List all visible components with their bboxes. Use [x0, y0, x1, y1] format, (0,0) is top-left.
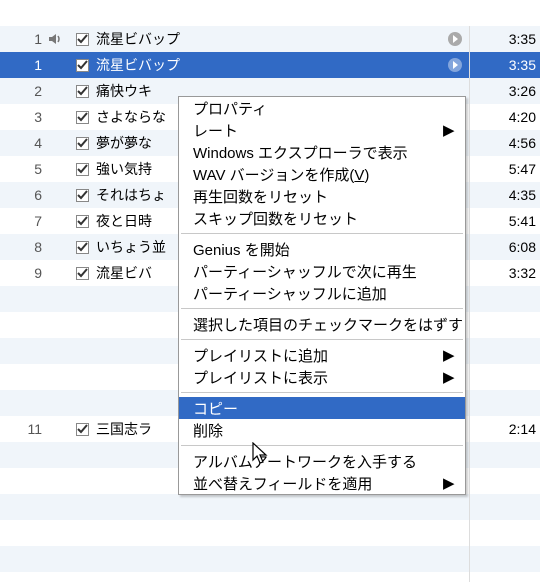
- empty-row: [0, 0, 540, 26]
- menu-label: 削除: [193, 420, 453, 441]
- track-number: 4: [0, 135, 48, 151]
- menu-label: 選択した項目のチェックマークをはずす: [193, 314, 463, 335]
- checkbox[interactable]: [76, 241, 89, 254]
- menu-label: プロパティ: [193, 98, 453, 119]
- empty-row: [0, 494, 540, 520]
- track-number: 7: [0, 213, 48, 229]
- table-row[interactable]: 1 流星ビバップ 3:35: [0, 52, 540, 78]
- menu-separator: [181, 233, 463, 234]
- menu-label: プレイリストに表示: [193, 367, 443, 388]
- track-time: 3:26: [470, 83, 540, 99]
- track-number: 9: [0, 265, 48, 281]
- menu-separator: [181, 392, 463, 393]
- menu-label: WAV バージョンを作成(V): [193, 164, 453, 185]
- context-menu: プロパティ レート ▶ Windows エクスプローラで表示 WAV バージョン…: [178, 96, 466, 495]
- checkbox[interactable]: [76, 189, 89, 202]
- track-number: 1: [0, 57, 48, 73]
- menu-genius[interactable]: Genius を開始: [179, 238, 465, 260]
- track-number: 3: [0, 109, 48, 125]
- menu-party-next[interactable]: パーティーシャッフルで次に再生: [179, 260, 465, 282]
- menu-artwork[interactable]: アルバムアートワークを入手する: [179, 450, 465, 472]
- menu-delete[interactable]: 削除: [179, 419, 465, 441]
- checkbox[interactable]: [76, 423, 89, 436]
- menu-reset-play[interactable]: 再生回数をリセット: [179, 185, 465, 207]
- track-number: 11: [0, 421, 48, 437]
- track-time: 4:35: [470, 187, 540, 203]
- menu-properties[interactable]: プロパティ: [179, 97, 465, 119]
- menu-label: アルバムアートワークを入手する: [193, 451, 453, 472]
- track-time: 2:14: [470, 421, 540, 437]
- track-name: 流星ビバップ: [94, 29, 441, 49]
- menu-separator: [181, 308, 463, 309]
- menu-sort-fields[interactable]: 並べ替えフィールドを適用 ▶: [179, 472, 465, 494]
- track-number: 8: [0, 239, 48, 255]
- track-time: 4:56: [470, 135, 540, 151]
- empty-row: [0, 520, 540, 546]
- empty-row: [0, 546, 540, 572]
- menu-label: コピー: [193, 398, 453, 419]
- menu-playlist-add[interactable]: プレイリストに追加 ▶: [179, 344, 465, 366]
- track-time: 4:20: [470, 109, 540, 125]
- menu-explorer[interactable]: Windows エクスプローラで表示: [179, 141, 465, 163]
- checkbox[interactable]: [76, 33, 89, 46]
- track-time: 3:35: [470, 57, 540, 73]
- track-time: 3:32: [470, 265, 540, 281]
- track-number: 2: [0, 83, 48, 99]
- menu-label: 並べ替えフィールドを適用: [193, 473, 443, 494]
- track-number: 5: [0, 161, 48, 177]
- checkbox[interactable]: [76, 267, 89, 280]
- menu-label: プレイリストに追加: [193, 345, 443, 366]
- submenu-arrow-icon: ▶: [443, 346, 453, 364]
- checkbox[interactable]: [76, 163, 89, 176]
- menu-reset-skip[interactable]: スキップ回数をリセット: [179, 207, 465, 229]
- track-list: 1流星ビバップ3:351流星ビバップ3:352痛快ウキ3:263さよならな4:2…: [0, 0, 540, 582]
- menu-uncheck[interactable]: 選択した項目のチェックマークをはずす: [179, 313, 465, 335]
- menu-label: 再生回数をリセット: [193, 186, 453, 207]
- track-time: 5:41: [470, 213, 540, 229]
- menu-separator: [181, 445, 463, 446]
- submenu-arrow-icon: ▶: [443, 368, 453, 386]
- track-time: 3:35: [470, 31, 540, 47]
- menu-party-add[interactable]: パーティーシャッフルに追加: [179, 282, 465, 304]
- track-number: 6: [0, 187, 48, 203]
- arrow-right-icon[interactable]: [447, 57, 463, 73]
- checkbox[interactable]: [76, 59, 89, 72]
- menu-rate[interactable]: レート ▶: [179, 119, 465, 141]
- menu-wav[interactable]: WAV バージョンを作成(V): [179, 163, 465, 185]
- track-name: 流星ビバップ: [94, 55, 441, 75]
- speaker-icon: [48, 32, 62, 46]
- checkbox[interactable]: [76, 215, 89, 228]
- menu-label: スキップ回数をリセット: [193, 208, 453, 229]
- menu-label: パーティーシャッフルで次に再生: [193, 261, 453, 282]
- menu-copy[interactable]: コピー: [179, 397, 465, 419]
- track-number: 1: [0, 31, 48, 47]
- menu-label: パーティーシャッフルに追加: [193, 283, 453, 304]
- empty-row: [0, 572, 540, 582]
- menu-label: Genius を開始: [193, 239, 453, 260]
- checkbox[interactable]: [76, 111, 89, 124]
- submenu-arrow-icon: ▶: [443, 474, 453, 492]
- checkbox[interactable]: [76, 85, 89, 98]
- menu-separator: [181, 339, 463, 340]
- menu-playlist-show[interactable]: プレイリストに表示 ▶: [179, 366, 465, 388]
- track-time: 5:47: [470, 161, 540, 177]
- table-row[interactable]: 1 流星ビバップ 3:35: [0, 26, 540, 52]
- checkbox[interactable]: [76, 137, 89, 150]
- menu-label: レート: [193, 120, 443, 141]
- submenu-arrow-icon: ▶: [443, 121, 453, 139]
- track-time: 6:08: [470, 239, 540, 255]
- arrow-right-icon[interactable]: [447, 31, 463, 47]
- menu-label: Windows エクスプローラで表示: [193, 142, 453, 163]
